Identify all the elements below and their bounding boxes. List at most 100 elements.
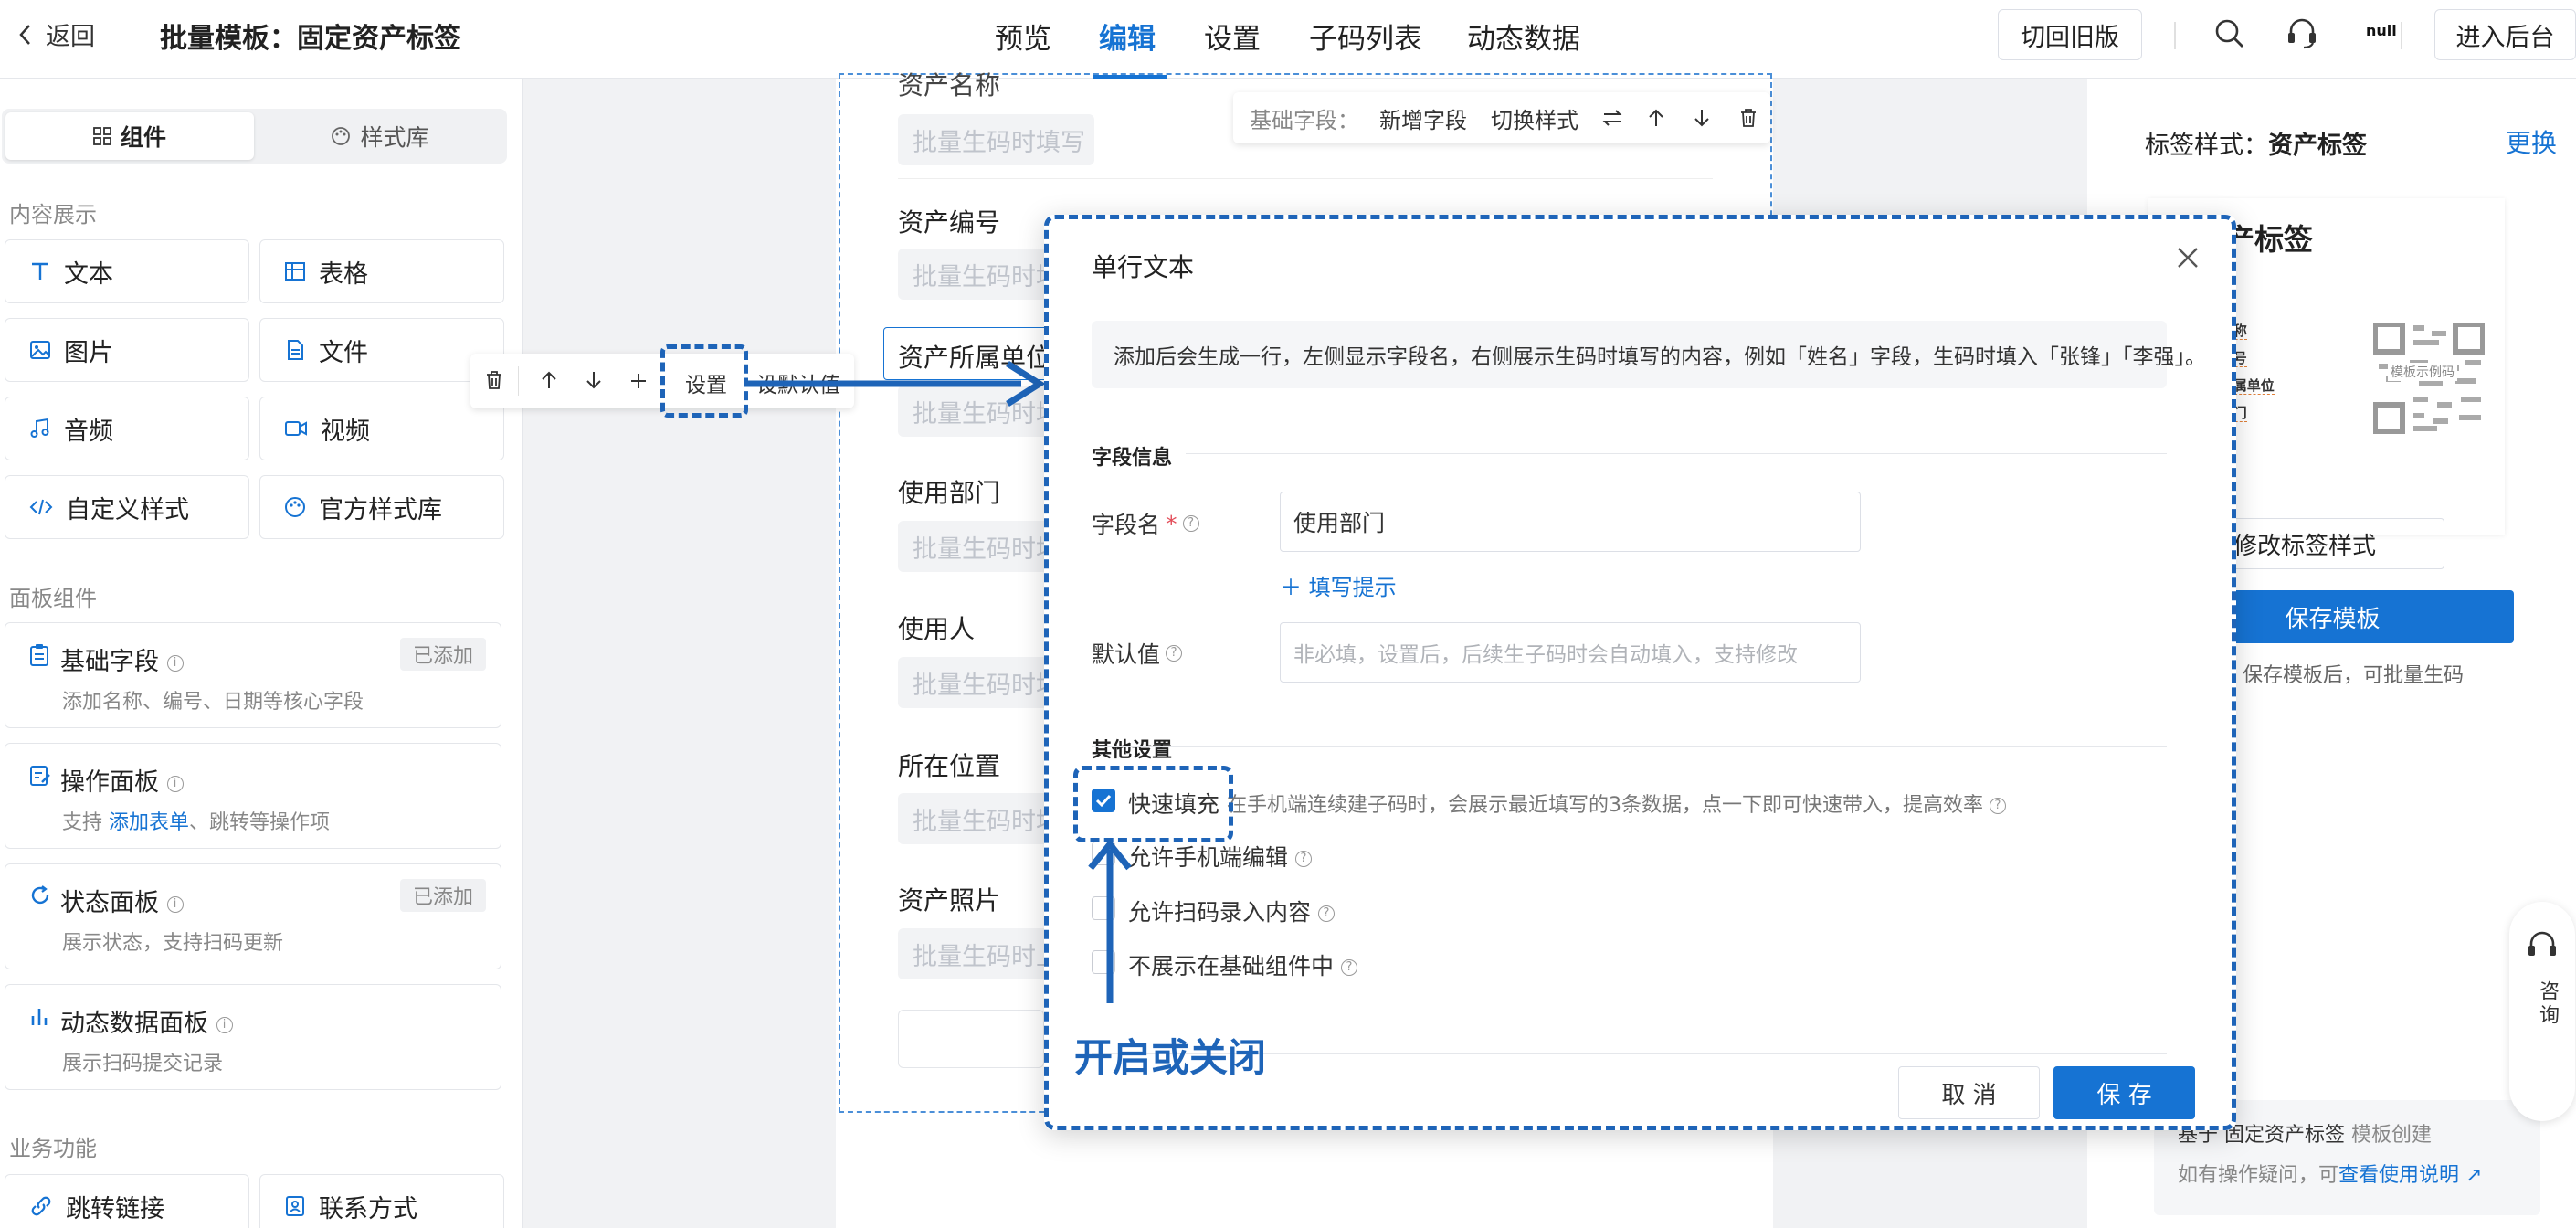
component-image[interactable]: 图片 — [5, 318, 249, 382]
music-note-icon — [30, 418, 49, 438]
field-label: 资产名称 — [898, 70, 1001, 101]
add-form-link[interactable]: 添加表单 — [109, 811, 189, 834]
component-file[interactable]: 文件 — [259, 318, 504, 382]
trash-icon[interactable] — [1739, 108, 1758, 128]
tab-dynamic-data[interactable]: 动态数据 — [1467, 16, 1580, 57]
back-button[interactable]: 返回 — [18, 16, 95, 52]
annotation-arrow-up — [1088, 839, 1132, 1003]
panel-segment: 组件 样式库 — [2, 109, 507, 164]
change-style-link[interactable]: 更换 — [2506, 123, 2557, 160]
add-field-box[interactable] — [898, 1010, 1044, 1068]
chevron-left-icon — [19, 24, 30, 45]
component-label: 视频 — [321, 417, 370, 446]
panel-status[interactable]: 状态面板 i 展示状态，支持扫码更新 已添加 — [5, 863, 501, 969]
back-label: 返回 — [46, 23, 95, 51]
switch-old-version-button[interactable]: 切回旧版 — [1998, 9, 2142, 60]
panel-basic-fields[interactable]: 基础字段 i 添加名称、编号、日期等核心字段 已添加 — [5, 622, 501, 728]
arrow-up-icon[interactable] — [1648, 108, 1664, 128]
panel-title: 操作面板 i — [60, 762, 184, 798]
qr-caption: 模板示例码 — [2388, 363, 2457, 381]
component-official-style-library[interactable]: 官方样式库 — [259, 475, 504, 539]
component-label: 音频 — [64, 417, 113, 446]
panel-title: 动态数据面板 i — [60, 1003, 233, 1039]
external-link-icon: ↗ — [2465, 1164, 2483, 1187]
component-label: 文件 — [319, 338, 368, 367]
component-label: 联系方式 — [319, 1194, 417, 1223]
save-hint: 保存模板后，可批量生码 — [2243, 664, 2465, 687]
component-contact[interactable]: 联系方式 — [259, 1174, 504, 1228]
component-jump-link[interactable]: 跳转链接 — [5, 1174, 249, 1228]
search-icon[interactable] — [2214, 18, 2245, 49]
top-bar: 返回 批量模板：固定资产标签 预览 编辑 设置 子码列表 动态数据 切回旧版 n… — [0, 0, 2576, 79]
tab-edit[interactable]: 编辑 — [1099, 16, 1156, 57]
component-label: 自定义样式 — [66, 495, 189, 524]
info-icon: i — [166, 654, 184, 672]
component-table[interactable]: 表格 — [259, 239, 504, 303]
switch-style-button[interactable]: 切换样式 — [1491, 102, 1578, 134]
component-custom-style[interactable]: 自定义样式 — [5, 475, 249, 539]
component-audio[interactable]: 音频 — [5, 397, 249, 460]
consult-label: 咨询 — [2536, 980, 2559, 1028]
divider — [898, 178, 1713, 179]
text-icon — [32, 262, 48, 280]
contact-card-icon — [286, 1196, 304, 1216]
settings-highlight — [660, 344, 748, 418]
refresh-icon — [31, 885, 49, 905]
field-label: 使用人 — [898, 614, 976, 644]
bar-chart-icon — [31, 1009, 48, 1025]
segment-style-library[interactable]: 样式库 — [258, 112, 502, 160]
headset-icon — [2528, 931, 2556, 956]
arrow-down-icon[interactable] — [586, 370, 602, 390]
info-icon: i — [216, 1016, 233, 1033]
panel-desc: 展示扫码提交记录 — [62, 1053, 224, 1075]
headset-icon[interactable] — [2286, 16, 2318, 51]
enter-backend-button[interactable]: 进入后台 — [2434, 9, 2576, 60]
section-content-display: 内容展示 — [9, 202, 97, 228]
panel-desc: 支持 添加表单、跳转等操作项 — [62, 811, 331, 834]
field-label: 资产编号 — [898, 207, 1001, 238]
segment-components-label: 组件 — [120, 124, 166, 151]
user-avatar[interactable]: null — [2366, 22, 2397, 39]
arrow-down-icon[interactable] — [1694, 108, 1710, 128]
component-text[interactable]: 文本 — [5, 239, 249, 303]
component-video[interactable]: 视频 — [259, 397, 504, 460]
tab-settings[interactable]: 设置 — [1204, 16, 1261, 57]
field-label: 使用部门 — [898, 478, 1001, 508]
add-field-button[interactable]: 新增字段 — [1379, 102, 1467, 134]
segment-style-label: 样式库 — [360, 124, 429, 151]
panel-title: 基础字段 i — [60, 641, 184, 677]
palette-icon — [332, 127, 351, 145]
help-text: 如有操作疑问，可查看使用说明 ↗ — [2178, 1164, 2483, 1187]
divider — [2401, 22, 2402, 49]
quick-fill-highlight — [1073, 766, 1233, 842]
info-icon: i — [166, 895, 184, 913]
grid-icon — [93, 127, 111, 145]
component-label: 文本 — [64, 259, 113, 289]
panel-dynamic-data[interactable]: 动态数据面板 i 展示扫码提交记录 — [5, 984, 501, 1090]
panel-title: 状态面板 i — [60, 883, 184, 918]
clipboard-icon — [30, 644, 48, 666]
field-toolbar: 基础字段： 新增字段 切换样式 — [1233, 92, 1770, 143]
component-label: 跳转链接 — [66, 1194, 164, 1223]
component-label: 官方样式库 — [319, 495, 442, 524]
tab-subcode-list[interactable]: 子码列表 — [1309, 16, 1422, 57]
section-business: 业务功能 — [9, 1136, 97, 1161]
trash-icon[interactable] — [485, 370, 503, 390]
consult-floating-button[interactable]: 咨询 — [2509, 902, 2575, 1121]
component-label: 表格 — [319, 259, 368, 289]
tab-preview[interactable]: 预览 — [995, 16, 1051, 57]
arrow-up-icon[interactable] — [541, 370, 557, 390]
usage-guide-link[interactable]: 查看使用说明 — [2338, 1164, 2459, 1187]
panel-desc: 展示状态，支持扫码更新 — [62, 932, 284, 955]
toolbar-label: 基础字段： — [1250, 107, 1359, 133]
plus-icon[interactable] — [629, 372, 648, 390]
edit-form-icon — [30, 766, 50, 786]
panel-operation[interactable]: 操作面板 i 支持 添加表单、跳转等操作项 — [5, 743, 501, 849]
file-icon — [288, 340, 303, 360]
added-badge: 已添加 — [399, 879, 486, 912]
field-label: 资产照片 — [898, 885, 1001, 916]
swap-icon[interactable] — [1602, 109, 1622, 127]
dialog-highlight-frame — [1044, 215, 2236, 1130]
panel-desc: 添加名称、编号、日期等核心字段 — [62, 691, 364, 714]
segment-components[interactable]: 组件 — [5, 112, 254, 160]
